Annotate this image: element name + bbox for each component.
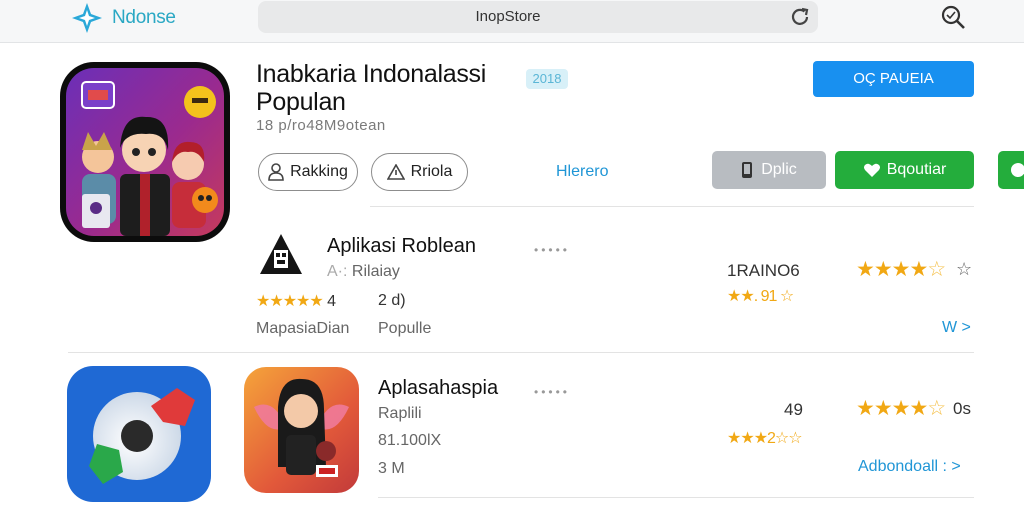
priority-pill-button[interactable]: Rriola	[371, 153, 468, 191]
row1-subtitle-text: Rilaiay	[351, 263, 400, 280]
row1-stars-large: ★★★★☆	[856, 258, 946, 281]
robot-icon	[260, 234, 302, 274]
row1-star-outline-icon[interactable]: ☆	[956, 259, 972, 280]
row1-subtitle: A·: Rilaiay	[327, 263, 400, 281]
row2-app-icon[interactable]	[244, 367, 359, 493]
disc-tag-icon	[89, 388, 195, 484]
row1-rating: ★★★★★ 4	[256, 291, 336, 311]
get-button-label: Bqoutiar	[886, 161, 947, 178]
ranking-label: Rakking	[290, 163, 348, 180]
brand-name: Ndonse	[112, 7, 176, 28]
row1-count: 2 d)	[378, 292, 406, 309]
secondary-button[interactable]: Dplic	[712, 151, 826, 189]
fairy-character-icon	[254, 378, 349, 477]
row2-code: 49	[784, 400, 803, 419]
row1-app-icon[interactable]	[258, 232, 304, 276]
year-badge: 2018	[526, 69, 568, 89]
featured-app-icon[interactable]	[60, 62, 230, 242]
row1-star-icons: ★★★★★	[256, 293, 324, 310]
search-icon[interactable]	[940, 4, 966, 30]
row2-rating-value: 0s	[953, 399, 971, 418]
row2-more-dots[interactable]: •••••	[534, 385, 570, 399]
partial-green-button[interactable]	[998, 151, 1024, 189]
row2-subtitle: Raplili	[378, 405, 422, 422]
row2-app-name[interactable]: Aplasahaspia	[378, 377, 498, 400]
row1-rating-text: 4	[327, 293, 337, 310]
game-characters-icon	[66, 68, 224, 236]
ranking-pill-button[interactable]: Rakking	[258, 153, 358, 191]
brand-logo[interactable]: Ndonse	[70, 3, 176, 33]
get-button[interactable]: Bqoutiar	[835, 151, 974, 189]
row2-side-app-icon[interactable]	[67, 366, 211, 502]
app-subtitle: 18 p/ro48M9otean	[256, 117, 386, 134]
user-icon	[268, 163, 284, 181]
primary-action-button[interactable]: OÇ PAUEIA	[813, 61, 974, 97]
triangle-icon	[386, 164, 405, 180]
priority-label: Rriola	[410, 163, 453, 180]
row1-code: 1RAINO6	[727, 261, 800, 280]
row2-code-rating: ★★★2☆☆	[727, 430, 803, 447]
divider	[378, 497, 974, 498]
row1-subtitle-prefix: A·:	[327, 263, 348, 280]
row2-size: 81.100lX	[378, 432, 442, 449]
app-title-line1: Inabkaria Indonalassi	[256, 60, 486, 88]
divider	[68, 352, 974, 353]
heart-icon	[863, 163, 880, 177]
row2-download-link[interactable]: Adbondoall : >	[858, 458, 961, 476]
row1-code-rating: ★★. 91 ☆	[727, 288, 794, 305]
row1-more-dots[interactable]: •••••	[534, 243, 570, 257]
reload-icon[interactable]	[788, 5, 812, 29]
app-title-line2: Populan	[256, 88, 346, 116]
chat-icon	[1011, 163, 1024, 177]
secondary-button-label: Dplic	[761, 161, 797, 178]
address-bar[interactable]: InopStore	[258, 1, 818, 33]
row1-category: MapasiaDian	[256, 320, 350, 337]
app-title: Inabkaria Indonalassi Populan	[256, 60, 556, 116]
row1-app-name[interactable]: Aplikasi Roblean	[327, 235, 476, 258]
sparkle-logo-icon	[72, 3, 102, 33]
phone-icon	[742, 162, 753, 178]
row2-stars-large: ★★★★☆	[856, 397, 946, 420]
row2-size2: 3 M	[378, 460, 405, 477]
divider	[370, 206, 974, 207]
address-text: InopStore	[475, 8, 541, 25]
hero-link[interactable]: Hlerero	[556, 163, 608, 181]
row1-category2: Populle	[378, 320, 432, 337]
row1-see-more-link[interactable]: W >	[942, 319, 971, 337]
